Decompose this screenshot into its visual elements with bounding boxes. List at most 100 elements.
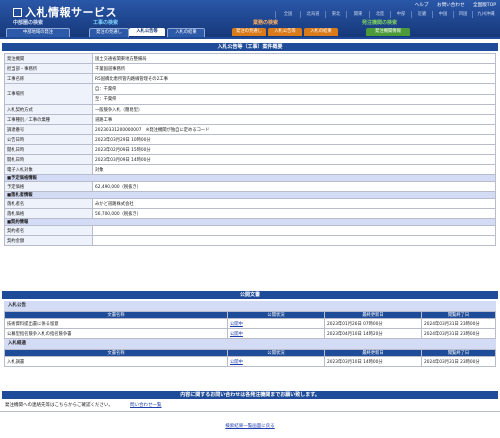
- table-row: 公募型指名競争入札の指名競争書 公開中 2023年04月10日 14時20分 2024…: [4, 328, 496, 339]
- row-value: 56,700,000（税抜き）: [92, 208, 496, 219]
- doc-end: 2024年03月31日 23時00分: [421, 328, 496, 339]
- public-docs-title: 公開文書: [2, 291, 498, 299]
- row-value: 至：千葉県: [92, 93, 496, 105]
- group-chubu: 中部圏の検索: [13, 20, 44, 26]
- back-to-results-link[interactable]: 検索結果一覧画面に戻る: [0, 423, 500, 429]
- row-label: 契約金額: [4, 235, 93, 246]
- table-header: 文書名称 公開状況 最終更新日 閲覧終了日: [4, 349, 496, 357]
- col-header: 閲覧終了日: [421, 311, 496, 319]
- table-row: 技術資料提出書に係る留意 公開中 2023年01月26日 07時00分 2024年03…: [4, 318, 496, 329]
- contact-banner: 内容に関するお問い合わせは各発注機関までお願い致します。: [2, 391, 498, 399]
- table-row: 入札調書 公開中 2023年03月10日 14時00分 2024年03月31日 23時…: [4, 356, 496, 367]
- logo-icon: [13, 8, 22, 17]
- table-row: 契約者名: [4, 225, 496, 236]
- row-value: 20230331200000007 ※発注機関が独自に定めるコード: [92, 124, 496, 135]
- table-row: 工事場所 自：千葉県: [4, 83, 496, 105]
- contact-link[interactable]: お問い合わせ: [437, 3, 465, 8]
- notice-docs-table: 文書名称 公開状況 最終更新日 閲覧終了日 技術資料提出書に係る留意 公開中 2023年0…: [4, 311, 496, 339]
- col-header: 最終更新日: [324, 349, 422, 357]
- row-value: 千葉国道事務所: [92, 63, 496, 74]
- pref-kinki[interactable]: 近畿: [411, 11, 432, 18]
- help-link[interactable]: ヘルプ: [415, 3, 429, 8]
- row-value: 対象: [92, 164, 496, 175]
- pref-tohoku[interactable]: 東北: [325, 11, 346, 18]
- col-header: 文書名称: [4, 311, 228, 319]
- contact-label: 発注機関への連絡先等はこちらからご確認ください。: [5, 403, 113, 408]
- table-row: 工事種別／工事の業種 道路工事: [4, 114, 496, 125]
- group-agency: 発注機関の検索: [362, 20, 398, 26]
- national-top-link[interactable]: 全国版TOP: [473, 3, 496, 8]
- tab-services-outlook[interactable]: 発注の見通し: [232, 28, 266, 36]
- doc-name: 技術資料提出書に係る留意: [4, 318, 228, 329]
- detail-table: 発注機関 国土交通省関東地方整備局 担当部・事務所 千葉国道事務所 工事名称 R5国橋…: [4, 53, 496, 246]
- doc-name: 公募型指名競争入札の指名競争書: [4, 328, 228, 339]
- table-row: 落札者名 みかど道路株式会社: [4, 198, 496, 209]
- row-value: 自：千葉県: [92, 83, 496, 95]
- doc-updated: 2023年01月26日 07時00分: [324, 318, 422, 329]
- table-row: 予定価格 62,490,000（税抜き）: [4, 181, 496, 192]
- doc-end: 2024年03月31日 23時00分: [421, 356, 496, 367]
- doc-status-link[interactable]: 公開中: [230, 332, 243, 337]
- row-value: 道路工事: [92, 114, 496, 125]
- section-header: ■落札者情報: [4, 191, 496, 199]
- row-label: 契約者名: [4, 225, 93, 236]
- tab-services-result[interactable]: 入札の結果: [304, 28, 338, 36]
- pref-zenkoku[interactable]: 全国: [275, 11, 300, 18]
- header-divider: [0, 37, 500, 39]
- row-label: 開札日時: [4, 144, 93, 155]
- row-label: 開札日時: [4, 154, 93, 165]
- row-value: 62,490,000（税抜き）: [92, 181, 496, 192]
- row-value: 2023年03月29日 10時00分: [92, 134, 496, 145]
- table-row: 発注機関 国土交通省関東地方整備局: [4, 53, 496, 64]
- page-title: 入札公告等（工事）案件概要: [2, 43, 498, 51]
- pref-kanto[interactable]: 関東: [346, 11, 369, 18]
- utility-links: ヘルプ お問い合わせ 全国版TOP: [408, 2, 496, 8]
- row-value: R5国橋比恵所管内路線管理その2工事: [92, 73, 496, 84]
- row-label: 担当部・事務所: [4, 63, 93, 74]
- result-docs-table: 文書名称 公開状況 最終更新日 閲覧終了日 入札調書 公開中 2023年03月10日 14…: [4, 349, 496, 367]
- doc-updated: 2023年03月10日 14時00分: [324, 356, 422, 367]
- col-header: 公開状況: [227, 311, 325, 319]
- section-contract: ■契約情報: [4, 218, 496, 226]
- section-price: ■予定価格情報: [4, 174, 496, 182]
- doc-updated: 2023年04月10日 14時20分: [324, 328, 422, 339]
- table-row: 工事名称 R5国橋比恵所管内路線管理その2工事: [4, 73, 496, 84]
- table-row: 開札日時 2023年03月09日 14時00分: [4, 154, 496, 165]
- pref-hokkaido[interactable]: 北海道: [300, 11, 325, 18]
- pref-chubu[interactable]: 中部: [390, 11, 411, 18]
- contact-list-link[interactable]: 問い合わせ一覧: [130, 402, 162, 408]
- app-title: 入札情報サービス: [25, 6, 117, 19]
- row-label: 発注機関: [4, 53, 93, 64]
- tab-services-notice[interactable]: 入札公告等: [268, 28, 302, 36]
- row-value: 国土交通省関東地方整備局: [92, 53, 496, 64]
- pref-shikoku[interactable]: 四国: [453, 11, 472, 18]
- tab-works-notice[interactable]: 入札公告等: [129, 28, 165, 36]
- col-header: 公開状況: [227, 349, 325, 357]
- tab-agency-info[interactable]: 発注機関情報: [366, 28, 410, 36]
- row-value: [92, 235, 496, 246]
- row-label: 予定価格: [4, 181, 93, 192]
- row-label: 調達番号: [4, 124, 93, 135]
- table-row: 調達番号 20230331200000007 ※発注機関が独自に定めるコード: [4, 124, 496, 135]
- row-value: [92, 225, 496, 236]
- doc-status-link[interactable]: 公開中: [230, 360, 243, 365]
- row-label: 落札者名: [4, 198, 93, 209]
- doc-status-link[interactable]: 公開中: [230, 322, 243, 327]
- pref-hokuriku[interactable]: 北陸: [369, 11, 390, 18]
- table-row: 落札価格 56,700,000（税抜き）: [4, 208, 496, 219]
- pref-kyushu[interactable]: 九州沖縄: [472, 11, 499, 18]
- app-logo[interactable]: 入札情報サービス: [13, 4, 117, 20]
- table-row: 入札契約方式 一般競争入札（簡易型）: [4, 104, 496, 115]
- col-header: 最終更新日: [324, 311, 422, 319]
- section-header: ■契約情報: [4, 218, 496, 226]
- footer-divider: [0, 411, 500, 412]
- table-row: 電子入札対象 対象: [4, 164, 496, 175]
- section-header: ■予定価格情報: [4, 174, 496, 182]
- row-label: 公告日時: [4, 134, 93, 145]
- section-winner: ■落札者情報: [4, 191, 496, 199]
- row-value: 2023年03月09日 14時00分: [92, 154, 496, 165]
- group-services: 業務の検索: [253, 20, 279, 26]
- col-header: 閲覧終了日: [421, 349, 496, 357]
- pref-chugoku[interactable]: 中国: [432, 11, 453, 18]
- table-row: 開札日時 2023年02月09日 15時00分: [4, 144, 496, 155]
